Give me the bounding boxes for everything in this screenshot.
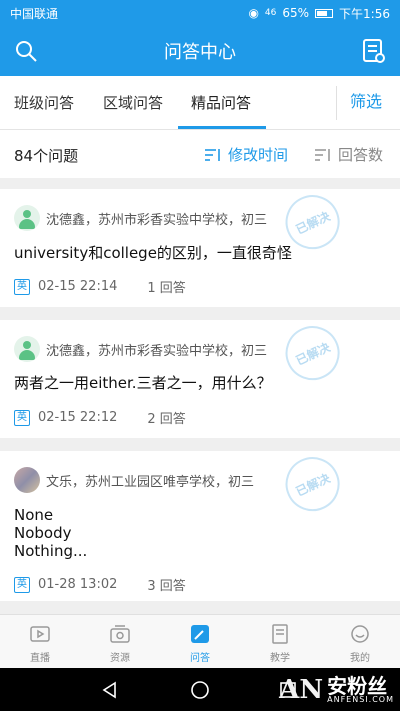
document-icon[interactable]	[362, 38, 386, 64]
category-tabs: 班级问答 区域问答 精品问答 筛选	[0, 76, 400, 130]
resource-icon	[110, 625, 130, 643]
nav-resource[interactable]: 资源	[80, 615, 160, 668]
solved-stamp: 已解决	[269, 314, 356, 394]
question-author: 文乐，苏州工业园区唯亭学校，初三	[14, 467, 254, 493]
question-title: university和college的区别，一直很奇怪	[14, 244, 292, 262]
bottom-nav: 直播 资源 问答 教学 我的	[0, 614, 400, 668]
nav-qa[interactable]: 问答	[160, 615, 240, 668]
question-card[interactable]: 文乐，苏州工业园区唯亭学校，初三 已解决 None Nobody Nothing…	[0, 448, 400, 601]
question-time: 02-15 22:14	[38, 279, 118, 294]
page-title: 问答中心	[164, 42, 236, 63]
filter-button[interactable]: 筛选	[350, 76, 382, 130]
sort-by-answers-label: 回答数	[338, 146, 384, 164]
question-line: Nobody	[14, 524, 72, 542]
nav-label: 教学	[270, 653, 290, 664]
tab-featured-qa[interactable]: 精品问答	[191, 76, 251, 130]
avatar	[14, 336, 40, 362]
home-icon[interactable]	[190, 680, 210, 700]
question-meta: 英 02-15 22:14 1 回答	[14, 277, 186, 296]
answer-count: 3 回答	[147, 579, 186, 594]
battery-icon	[315, 8, 334, 18]
sort-bar: 84个问题 修改时间 回答数	[0, 130, 400, 178]
avatar	[14, 205, 40, 231]
sort-by-time-label: 修改时间	[228, 146, 289, 164]
sort-by-time-button[interactable]: 修改时间	[204, 144, 288, 165]
nav-label: 问答	[190, 653, 210, 664]
nav-teaching[interactable]: 教学	[240, 615, 320, 668]
question-title: None Nobody Nothing...	[14, 506, 87, 560]
question-card[interactable]: 沈德鑫，苏州市彩香实验中学校，初三 已解决 university和college…	[0, 186, 400, 307]
question-time: 01-28 13:02	[38, 577, 118, 592]
answer-count: 2 回答	[147, 412, 186, 427]
subject-badge: 英	[14, 409, 30, 426]
teaching-icon	[272, 624, 288, 644]
answer-count: 1 回答	[147, 281, 186, 296]
sort-icon	[315, 148, 330, 161]
live-icon	[30, 626, 50, 642]
question-card[interactable]: 沈德鑫，苏州市彩香实验中学校，初三 已解决 两者之一用either.三者之一，用…	[0, 317, 400, 438]
solved-stamp: 已解决	[269, 445, 356, 525]
status-bar: 中国联通 ◉ 46 65% 下午1:56	[0, 0, 400, 26]
question-count: 84个问题	[14, 147, 79, 165]
question-author: 沈德鑫，苏州市彩香实验中学校，初三	[14, 205, 267, 231]
eye-icon: ◉	[248, 6, 259, 20]
tab-region-qa[interactable]: 区域问答	[103, 76, 163, 130]
question-meta: 英 02-15 22:12 2 回答	[14, 408, 186, 427]
app-bar: 问答中心	[0, 26, 400, 76]
question-meta: 英 01-28 13:02 3 回答	[14, 575, 186, 594]
back-icon[interactable]	[100, 680, 120, 700]
question-author: 沈德鑫，苏州市彩香实验中学校，初三	[14, 336, 267, 362]
nav-live[interactable]: 直播	[0, 615, 80, 668]
subject-badge: 英	[14, 576, 30, 593]
sort-icon	[205, 148, 220, 161]
qa-icon	[191, 625, 209, 643]
question-line: Nothing...	[14, 542, 88, 560]
author-info: 文乐，苏州工业园区唯亭学校，初三	[46, 474, 255, 490]
carrier-name: 中国联通	[10, 6, 59, 21]
question-title: 两者之一用either.三者之一，用什么？	[14, 374, 272, 392]
site-watermark: AN 安粉丝 ANFENSI.COM	[279, 668, 394, 711]
nav-profile[interactable]: 我的	[320, 615, 400, 668]
watermark-site: ANFENSI.COM	[327, 694, 394, 704]
author-info: 沈德鑫，苏州市彩香实验中学校，初三	[46, 212, 268, 228]
watermark-name: 安粉丝	[327, 673, 388, 698]
signal-indicator: 46	[264, 8, 277, 18]
question-line: None	[14, 506, 54, 524]
search-icon[interactable]	[14, 39, 38, 63]
tab-divider	[336, 86, 337, 120]
nav-label: 我的	[350, 653, 370, 664]
avatar	[14, 467, 40, 493]
active-tab-indicator	[178, 126, 266, 129]
sort-by-answers-button[interactable]: 回答数	[314, 144, 383, 165]
tab-class-qa[interactable]: 班级问答	[14, 76, 74, 130]
battery-percent: 65%	[282, 6, 310, 20]
author-info: 沈德鑫，苏州市彩香实验中学校，初三	[46, 343, 268, 359]
clock: 下午1:56	[339, 6, 390, 21]
profile-icon	[351, 625, 369, 643]
question-time: 02-15 22:12	[38, 410, 118, 425]
nav-label: 资源	[110, 653, 130, 664]
subject-badge: 英	[14, 278, 30, 295]
nav-label: 直播	[30, 653, 50, 664]
watermark-logo: AN	[279, 674, 324, 705]
